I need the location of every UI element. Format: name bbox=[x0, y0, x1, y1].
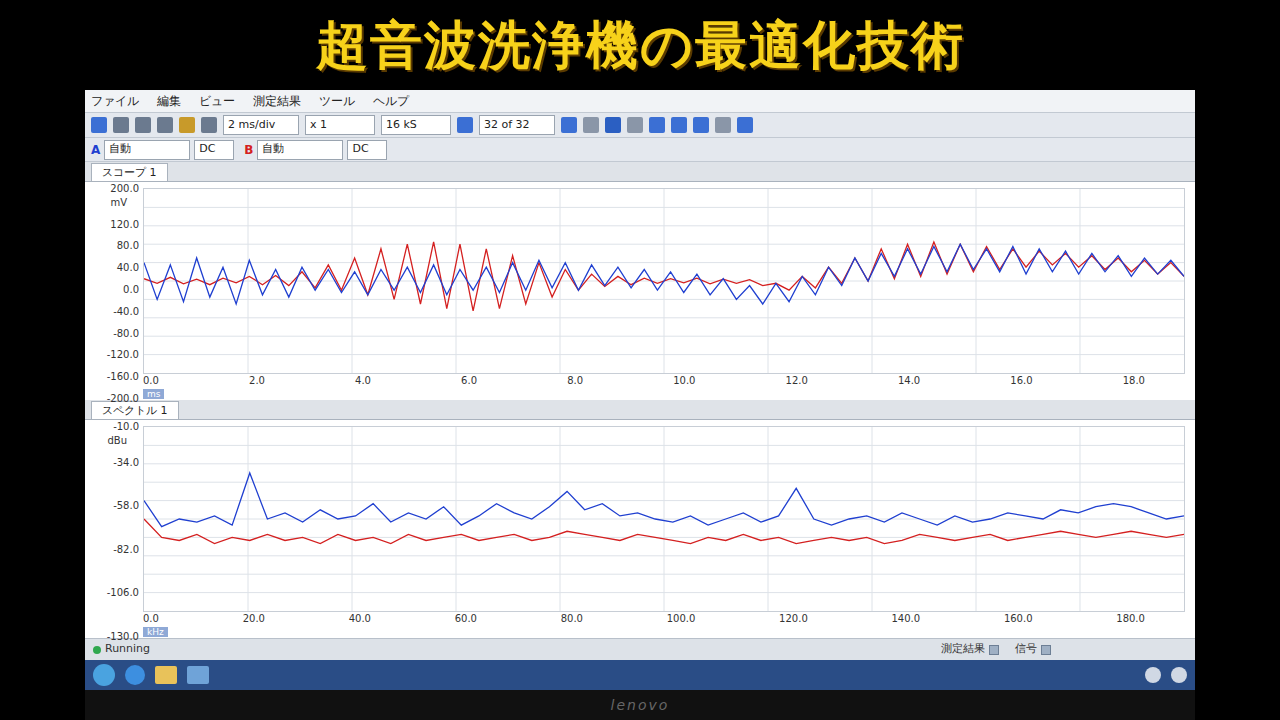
plot-area[interactable] bbox=[143, 188, 1185, 374]
menu-item[interactable]: ファイル bbox=[91, 92, 139, 110]
plot-area[interactable] bbox=[143, 426, 1185, 612]
menu-item[interactable]: ツール bbox=[319, 92, 355, 110]
channel-controls: A自動DC bbox=[91, 140, 234, 160]
channel-label: B bbox=[244, 141, 253, 159]
x-unit: ms bbox=[143, 389, 164, 399]
spectrum-panel: スペクトル 1-10.0dBu-34.0-58.0-82.0-106.0-130… bbox=[85, 400, 1195, 638]
tool-icon[interactable] bbox=[561, 117, 577, 133]
channel-label: A bbox=[91, 141, 100, 159]
run-state[interactable]: Running bbox=[93, 641, 150, 658]
channel-controls: B自動DC bbox=[244, 140, 387, 160]
taskbar bbox=[85, 660, 1195, 690]
thumbnail: 超音波洗浄機の最適化技術ファイル編集ビュー測定結果ツールヘルプ2 ms/divx… bbox=[0, 0, 1280, 720]
menu-item[interactable]: 測定結果 bbox=[253, 92, 301, 110]
app-window: ファイル編集ビュー測定結果ツールヘルプ2 ms/divx 116 kS32 of… bbox=[85, 90, 1195, 690]
menu-bar: ファイル編集ビュー測定結果ツールヘルプ bbox=[85, 90, 1195, 112]
y-axis: 200.0mV120.080.040.00.0-40.0-80.0-120.0-… bbox=[85, 182, 143, 400]
menu-item[interactable]: 編集 bbox=[157, 92, 181, 110]
y-axis: -10.0dBu-34.0-58.0-82.0-106.0-130.0 bbox=[85, 420, 143, 638]
range-select[interactable]: 自動 bbox=[257, 140, 343, 160]
x-axis: 0.02.04.06.08.010.012.014.016.018.0 bbox=[143, 374, 1185, 388]
folder-icon[interactable] bbox=[155, 666, 177, 684]
series-line bbox=[144, 242, 1184, 311]
tool-icon[interactable] bbox=[715, 117, 731, 133]
tray-icon[interactable] bbox=[1171, 667, 1187, 683]
coupling-select[interactable]: DC bbox=[347, 140, 387, 160]
overlay-title: 超音波洗浄機の最適化技術 bbox=[316, 0, 965, 90]
status-item[interactable]: 測定結果 bbox=[941, 641, 999, 658]
series-line bbox=[144, 473, 1184, 527]
series-line bbox=[144, 519, 1184, 544]
tray-icon[interactable] bbox=[1145, 667, 1161, 683]
panel-tab[interactable]: スコープ 1 bbox=[91, 163, 168, 181]
bezel: lenovo bbox=[85, 690, 1195, 720]
timebase-field[interactable]: 2 ms/div bbox=[223, 115, 299, 135]
menu-item[interactable]: ビュー bbox=[199, 92, 235, 110]
tool-icon[interactable] bbox=[201, 117, 217, 133]
tool-icon[interactable] bbox=[157, 117, 173, 133]
status-bar: Running 測定結果信号 bbox=[85, 638, 1195, 660]
browser-icon[interactable] bbox=[125, 665, 145, 685]
tool-icon[interactable] bbox=[113, 117, 129, 133]
tool-icon[interactable] bbox=[649, 117, 665, 133]
buffer-field[interactable]: 32 of 32 bbox=[479, 115, 555, 135]
tool-icon[interactable] bbox=[605, 117, 621, 133]
tool-icon[interactable] bbox=[737, 117, 753, 133]
app-icon[interactable] bbox=[187, 666, 209, 684]
tool-icon[interactable] bbox=[583, 117, 599, 133]
tool-icon[interactable] bbox=[457, 117, 473, 133]
x-axis: 0.020.040.060.080.0100.0120.0140.0160.01… bbox=[143, 612, 1185, 626]
tool-icon[interactable] bbox=[91, 117, 107, 133]
zoom-field[interactable]: x 1 bbox=[305, 115, 375, 135]
menu-item[interactable]: ヘルプ bbox=[373, 92, 409, 110]
series-line bbox=[144, 244, 1184, 304]
coupling-select[interactable]: DC bbox=[194, 140, 234, 160]
scope-panel: スコープ 1200.0mV120.080.040.00.0-40.0-80.0-… bbox=[85, 162, 1195, 400]
channel-bar: A自動DCB自動DC bbox=[85, 138, 1195, 162]
samples-field[interactable]: 16 kS bbox=[381, 115, 451, 135]
toolbar: 2 ms/div x 1 16 kS 32 of 32 bbox=[85, 112, 1195, 138]
start-icon[interactable] bbox=[93, 664, 115, 686]
tool-icon[interactable] bbox=[693, 117, 709, 133]
tool-icon[interactable] bbox=[627, 117, 643, 133]
status-item[interactable]: 信号 bbox=[1015, 641, 1051, 658]
range-select[interactable]: 自動 bbox=[104, 140, 190, 160]
x-unit: kHz bbox=[143, 627, 168, 637]
tool-icon[interactable] bbox=[671, 117, 687, 133]
tool-icon[interactable] bbox=[179, 117, 195, 133]
tool-icon[interactable] bbox=[135, 117, 151, 133]
brand-logo: lenovo bbox=[611, 695, 670, 716]
